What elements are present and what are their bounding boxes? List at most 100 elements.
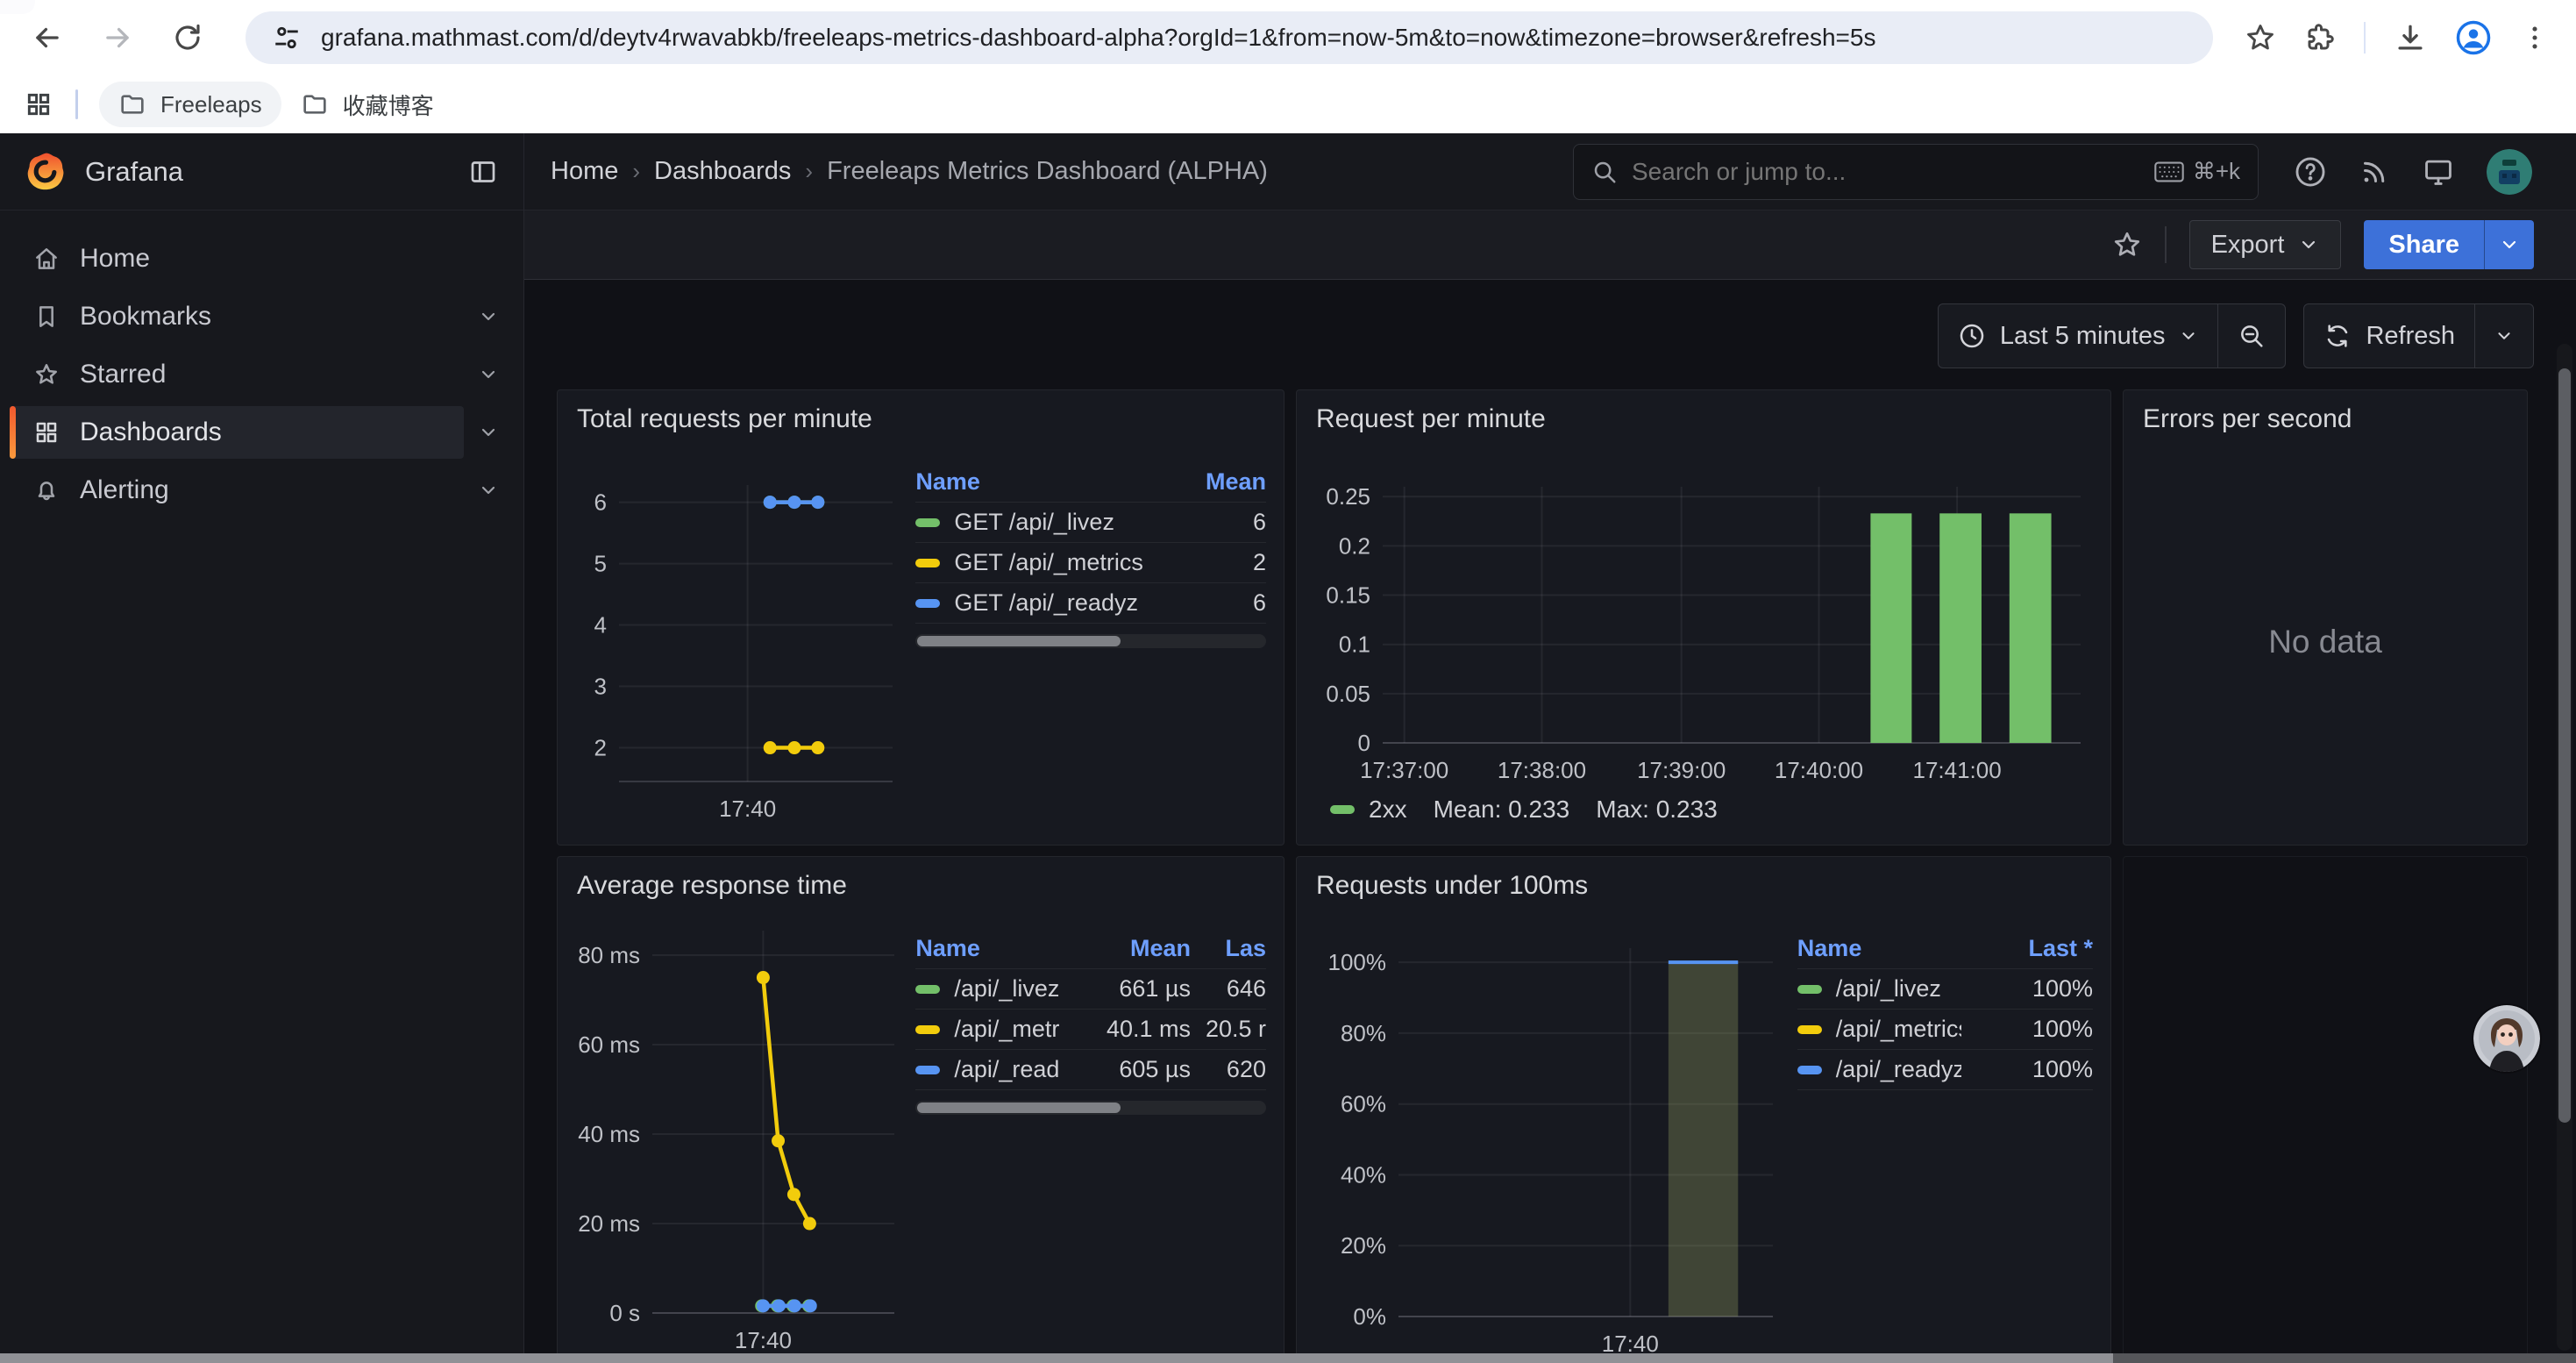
extensions-icon[interactable] [2304, 22, 2336, 54]
refresh-interval-chevron[interactable] [2474, 304, 2533, 368]
chart-bar: 100%80%60%40%20%0%17:40 [1314, 913, 1782, 1363]
sidebar-item-dashboards[interactable]: Dashboards [10, 406, 513, 459]
back-icon[interactable] [30, 20, 65, 55]
legend-col-las[interactable]: Las [1191, 935, 1266, 962]
legend-row[interactable]: /api/_metrics100% [1797, 1010, 2093, 1050]
svg-text:3: 3 [594, 674, 607, 700]
legend-row[interactable]: /api/_readyz100% [1797, 1050, 2093, 1090]
panel-empty [2123, 856, 2528, 1363]
svg-text:20 ms: 20 ms [578, 1210, 640, 1237]
legend-row[interactable]: /api/_readyz605 µs620 [915, 1050, 1266, 1090]
legend-col-name[interactable]: Name [915, 935, 1059, 962]
downloads-icon[interactable] [2394, 21, 2427, 54]
panel-title[interactable]: Requests under 100ms [1297, 857, 2110, 906]
legend-row[interactable]: GET /api/_livez6 [915, 503, 1266, 543]
grafana-logo[interactable] [25, 151, 66, 192]
legend-scrollbar-thumb[interactable] [917, 636, 1121, 646]
screen: grafana.mathmast.com/d/deytv4rwavabkb/fr… [0, 0, 2576, 1363]
site-settings-icon[interactable] [272, 23, 302, 53]
svg-text:20%: 20% [1341, 1232, 1386, 1259]
svg-text:17:41:00: 17:41:00 [1912, 757, 2001, 783]
favorite-star-icon[interactable] [2112, 230, 2142, 260]
sidebar-item-alerting[interactable]: Alerting [10, 464, 513, 517]
svg-text:17:37:00: 17:37:00 [1360, 757, 1448, 783]
chevron-down-icon[interactable] [464, 306, 513, 327]
legend-row[interactable]: /api/_livez100% [1797, 969, 2093, 1010]
chevron-down-icon[interactable] [464, 480, 513, 501]
panel-title[interactable]: Request per minute [1297, 390, 2110, 439]
url-text[interactable]: grafana.mathmast.com/d/deytv4rwavabkb/fr… [321, 24, 2187, 52]
sidebar-item-home[interactable]: Home [10, 232, 513, 285]
svg-text:0.15: 0.15 [1326, 582, 1370, 609]
legend-col-name[interactable]: Name [1797, 935, 1961, 962]
svg-text:40 ms: 40 ms [578, 1121, 640, 1147]
sidebar-item-starred[interactable]: Starred [10, 348, 513, 401]
zoom-out-button[interactable] [2217, 304, 2285, 368]
legend-scrollbar[interactable] [915, 634, 1266, 648]
legend-row[interactable]: GET /api/_metrics2 [915, 543, 1266, 583]
profile-icon[interactable] [2455, 19, 2492, 56]
breadcrumb-item[interactable]: Freeleaps Metrics Dashboard (ALPHA) [827, 157, 1268, 186]
bookmark-folder-freeleaps[interactable]: Freeleaps [99, 82, 281, 127]
no-data-message: No data [2124, 439, 2527, 845]
share-button[interactable]: Share [2364, 220, 2484, 269]
legend-item[interactable]: 2xx [1330, 796, 1407, 824]
news-rss-icon[interactable] [2359, 156, 2390, 188]
bookmark-folder-blogs[interactable]: 收藏博客 [281, 80, 453, 130]
sidebar-item-bookmarks[interactable]: Bookmarks [10, 290, 513, 343]
legend-scrollbar[interactable] [915, 1101, 1266, 1115]
svg-text:0: 0 [1358, 730, 1370, 756]
horizontal-scrollbar[interactable] [0, 1353, 2576, 1363]
legend-row[interactable]: /api/_livez661 µs646 [915, 969, 1266, 1010]
panel-title[interactable]: Errors per second [2124, 390, 2527, 439]
help-icon[interactable] [2294, 155, 2327, 189]
legend-row[interactable]: /api/_metrics40.1 ms20.5 r [915, 1010, 1266, 1050]
sidebar-nav: HomeBookmarksStarredDashboards Alerting [0, 211, 523, 519]
series-name: GET /api/_metrics [915, 549, 1152, 576]
bookmark-icon [32, 303, 60, 331]
legend-header: NameMeanLas [915, 929, 1266, 969]
svg-text:80 ms: 80 ms [578, 942, 640, 968]
search-field[interactable] [1632, 158, 2140, 186]
chevron-down-icon[interactable] [464, 364, 513, 385]
apps-grid-icon[interactable] [25, 90, 53, 118]
legend-row[interactable]: GET /api/_readyz6 [915, 583, 1266, 624]
forward-icon[interactable] [100, 20, 135, 55]
legend-col-name[interactable]: Name [915, 468, 1152, 496]
svg-text:17:39:00: 17:39:00 [1637, 757, 1726, 783]
search-input[interactable]: ⌘+k [1573, 144, 2259, 200]
series-label: /api/_metrics [954, 1016, 1059, 1043]
series-label: /api/_livez [954, 975, 1059, 1003]
active-indicator [10, 406, 16, 459]
panel-request-per-minute: Request per minute0.250.20.150.10.05017:… [1296, 389, 2111, 846]
address-bar[interactable]: grafana.mathmast.com/d/deytv4rwavabkb/fr… [246, 11, 2213, 64]
legend-scrollbar-thumb[interactable] [917, 1103, 1121, 1113]
series-swatch [915, 1066, 940, 1074]
panel-title[interactable]: Total requests per minute [558, 390, 1284, 439]
bookmark-star-icon[interactable] [2245, 22, 2276, 54]
browser-menu-icon[interactable] [2520, 23, 2550, 53]
refresh-button[interactable]: Refresh [2304, 304, 2474, 368]
chevron-down-icon[interactable] [464, 422, 513, 443]
legend-col-last[interactable]: Last * [1961, 935, 2093, 962]
reload-icon[interactable] [170, 20, 205, 55]
export-button[interactable]: Export [2189, 220, 2342, 269]
breadcrumb-item[interactable]: Dashboards [654, 157, 791, 186]
monitor-icon[interactable] [2422, 155, 2455, 189]
sidebar-item-label: Alerting [80, 475, 169, 505]
floating-avatar-widget[interactable] [2473, 1005, 2540, 1072]
series-swatch [1797, 1025, 1822, 1034]
brand-name[interactable]: Grafana [85, 156, 183, 188]
time-range-picker[interactable]: Last 5 minutes [1939, 304, 2218, 368]
vertical-scrollbar-thumb[interactable] [2558, 368, 2571, 1123]
share-menu-chevron[interactable] [2484, 220, 2534, 269]
app-header: Home›Dashboards›Freeleaps Metrics Dashbo… [524, 133, 2576, 211]
panel-title[interactable]: Average response time [558, 857, 1284, 906]
breadcrumb-item[interactable]: Home [551, 157, 618, 186]
horizontal-scrollbar-thumb[interactable] [0, 1353, 2113, 1363]
user-avatar[interactable] [2487, 149, 2532, 195]
panel-legend: NameMeanLas/api/_livez661 µs646/api/_met… [900, 913, 1266, 1363]
legend-col-mean[interactable]: Mean [1152, 468, 1266, 496]
dock-menu-icon[interactable] [467, 156, 499, 188]
legend-col-mean[interactable]: Mean [1059, 935, 1191, 962]
